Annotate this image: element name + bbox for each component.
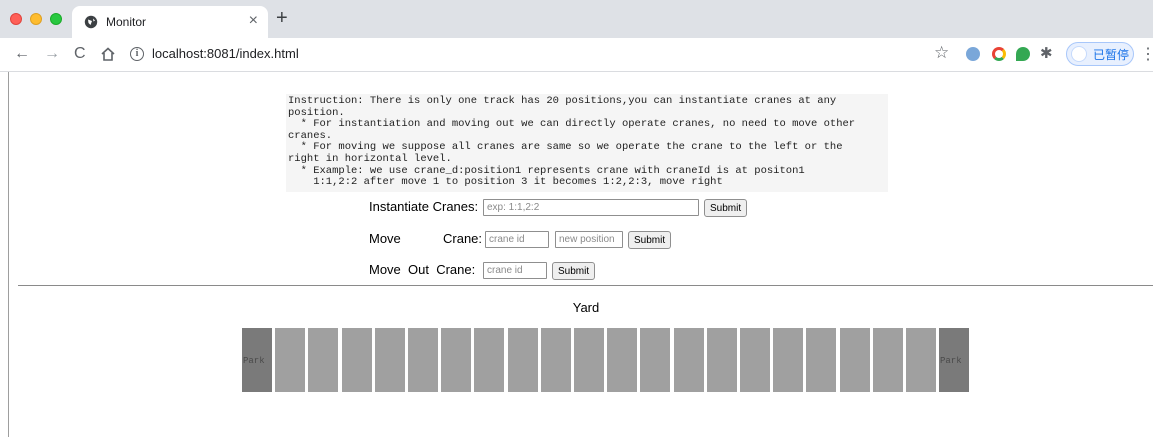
move-out-crane-id-input[interactable] xyxy=(483,262,547,279)
move-out-submit-button[interactable]: Submit xyxy=(552,262,596,280)
maximize-window-button[interactable] xyxy=(50,13,62,25)
info-icon[interactable]: i xyxy=(130,47,144,61)
yard-position-2 xyxy=(308,328,338,392)
yard-position-19 xyxy=(873,328,903,392)
move-crane-label: Crane: xyxy=(443,231,483,246)
yard-position-20 xyxy=(906,328,936,392)
yard-position-8 xyxy=(508,328,538,392)
yard-position-4 xyxy=(375,328,405,392)
yard-position-14 xyxy=(707,328,737,392)
yard-position-7 xyxy=(474,328,504,392)
instantiate-submit-button[interactable]: Submit xyxy=(704,199,748,217)
home-icon[interactable] xyxy=(100,46,116,62)
instantiate-input[interactable] xyxy=(483,199,699,216)
globe-icon xyxy=(84,15,98,29)
star-icon[interactable]: ☆ xyxy=(934,43,949,63)
page-left-border xyxy=(8,72,9,437)
yard-track: Park Park xyxy=(242,328,969,392)
park-slot: Park xyxy=(939,328,969,392)
address-bar[interactable]: localhost:8081/index.html xyxy=(152,46,299,61)
move-new-position-input[interactable] xyxy=(555,231,623,248)
minimize-window-button[interactable] xyxy=(30,13,42,25)
new-tab-button[interactable]: + xyxy=(276,8,288,28)
yard-title: Yard xyxy=(572,300,600,315)
park-slot: Park xyxy=(242,328,272,392)
divider xyxy=(18,285,1153,286)
yard-position-9 xyxy=(541,328,571,392)
yard-position-10 xyxy=(574,328,604,392)
menu-icon[interactable]: ⋮ xyxy=(1140,44,1153,64)
yard-position-15 xyxy=(740,328,770,392)
park-label: Park xyxy=(243,356,265,366)
yard-position-11 xyxy=(607,328,637,392)
yard-position-1 xyxy=(275,328,305,392)
move-submit-button[interactable]: Submit xyxy=(628,231,672,249)
puzzle-icon[interactable]: ✱ xyxy=(1040,44,1053,62)
forward-icon[interactable]: → xyxy=(44,44,60,64)
close-window-button[interactable] xyxy=(10,13,22,25)
profile-status: 已暂停 xyxy=(1093,48,1130,62)
profile-button[interactable]: 已暂停 xyxy=(1066,42,1134,66)
reload-icon[interactable]: C xyxy=(74,44,86,64)
instruction-text: Instruction: There is only one track has… xyxy=(286,94,888,192)
browser-tab[interactable]: Monitor × xyxy=(72,6,268,38)
browser-toolbar: ← → C i localhost:8081/index.html ☆ ✱ 已暂… xyxy=(0,38,1153,72)
yard-position-13 xyxy=(674,328,704,392)
move-label: Move xyxy=(369,231,401,246)
yard-position-3 xyxy=(342,328,372,392)
yard-position-17 xyxy=(806,328,836,392)
yard-position-18 xyxy=(840,328,870,392)
yard-position-6 xyxy=(441,328,471,392)
extension-icon[interactable] xyxy=(966,47,980,61)
move-out-label: Move Out Crane: xyxy=(369,262,476,277)
avatar xyxy=(1071,46,1087,62)
move-crane-id-input[interactable] xyxy=(485,231,549,248)
yard-position-16 xyxy=(773,328,803,392)
extension-icon[interactable] xyxy=(992,47,1006,61)
yard-position-5 xyxy=(408,328,438,392)
park-label: Park xyxy=(940,356,962,366)
yard-position-12 xyxy=(640,328,670,392)
instantiate-label: Instantiate Cranes: xyxy=(369,199,479,214)
browser-tab-bar: Monitor × + xyxy=(0,0,1153,38)
extension-icon[interactable] xyxy=(1016,47,1030,61)
tab-title: Monitor xyxy=(106,15,147,29)
tab-close-icon[interactable]: × xyxy=(249,12,258,30)
back-icon[interactable]: ← xyxy=(14,44,30,64)
